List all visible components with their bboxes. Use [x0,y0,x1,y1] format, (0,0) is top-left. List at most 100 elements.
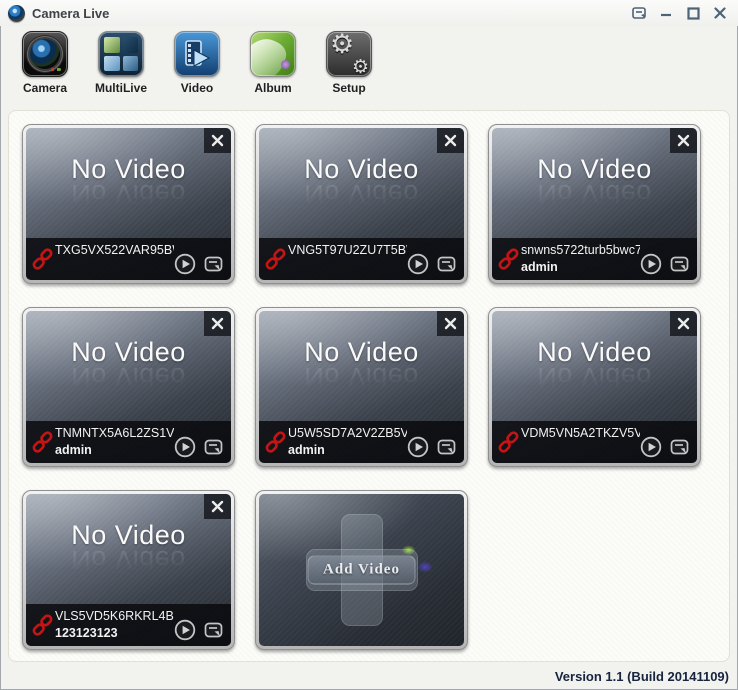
settings-icon [203,437,224,458]
play-button[interactable] [407,253,429,275]
tile-info-bar: TNMNTX5A6L2ZS1VWC7D1 admin [26,421,231,463]
disconnected-link-icon [262,242,288,276]
no-video-label: No Video No Video [259,337,464,392]
close-icon [444,134,457,147]
disconnected-link-icon [495,242,521,276]
tile-close-button[interactable] [204,311,231,336]
toolbar-item-album[interactable]: Album [242,31,304,95]
toolbar: Camera MultiLive Video Album [0,26,738,108]
toolbar-item-setup[interactable]: ⚙ ⚙ Setup [318,31,380,95]
add-video-tile[interactable]: Add Video [255,490,468,650]
window-controls [631,5,728,21]
tile-close-button[interactable] [437,128,464,153]
tile-info-bar: VNG5T97U2ZU7T5BWC7ZJ [259,238,464,280]
play-button[interactable] [640,436,662,458]
camera-led-dots [51,68,61,71]
no-video-reflection: No Video [259,178,464,209]
minimize-button[interactable] [658,5,674,21]
filmstrip-icon [181,38,213,70]
settings-icon [436,437,457,458]
feedback-icon[interactable] [631,5,647,21]
add-video-label: Add Video [307,556,416,585]
tile-close-button[interactable] [204,494,231,519]
tile-settings-button[interactable] [436,253,458,275]
toolbar-label: Album [254,81,291,95]
disconnected-link-icon [29,608,55,642]
tile-close-button[interactable] [204,128,231,153]
no-video-label: No Video No Video [26,520,231,575]
tile-settings-button[interactable] [203,619,225,641]
gear-icon: ⚙ [352,56,369,77]
tile-settings-button[interactable] [203,436,225,458]
tile-close-button[interactable] [670,311,697,336]
add-video-area[interactable]: Add Video [259,494,464,646]
tile-settings-button[interactable] [436,436,458,458]
settings-icon [436,254,457,275]
camera-user [521,443,640,458]
play-button[interactable] [640,253,662,275]
play-icon [407,436,429,458]
play-button[interactable] [174,436,196,458]
toolbar-item-multilive[interactable]: MultiLive [90,31,152,95]
play-icon [174,436,196,458]
toolbar-item-video[interactable]: Video [166,31,228,95]
camera-user: admin [521,260,640,275]
camera-tile: No Video No Video [488,307,701,467]
camera-id: U5W5SD7A2V2ZB5VW8RYJ [288,426,407,441]
camera-video-area: No Video No Video [492,311,697,463]
tile-actions [174,608,225,642]
tile-close-button[interactable] [670,128,697,153]
camera-text-block: VDM5VN5A2TKZV5VW87YJ [521,425,640,459]
no-video-reflection: No Video [26,544,231,575]
camera-text-block: VNG5T97U2ZU7T5BWC7ZJ [288,242,407,276]
tile-settings-button[interactable] [669,253,691,275]
tile-settings-button[interactable] [203,253,225,275]
no-video-label: No Video No Video [492,337,697,392]
app-logo-icon [8,5,25,22]
play-icon [407,253,429,275]
play-button[interactable] [174,253,196,275]
camera-video-area: No Video No Video [492,128,697,280]
close-icon [211,317,224,330]
version-text: Version 1.1 (Build 20141109) [555,669,729,684]
settings-icon [669,254,690,275]
album-icon [250,31,296,77]
camera-lens-icon [30,39,60,69]
no-video-label: No Video No Video [259,154,464,209]
app-title: Camera Live [32,6,109,21]
camera-id: VLS5VD5K6RKRL4BW87Y1 [55,609,174,624]
video-icon [174,31,220,77]
camera-video-area: No Video No Video [259,128,464,280]
thumbnail [104,37,120,53]
tile-info-bar: VDM5VN5A2TKZV5VW87YJ [492,421,697,463]
tile-actions [407,425,458,459]
play-button[interactable] [407,436,429,458]
tile-actions [174,242,225,276]
play-button[interactable] [174,619,196,641]
camera-video-area: No Video No Video [26,128,231,280]
no-video-reflection: No Video [26,178,231,209]
tile-settings-button[interactable] [669,436,691,458]
close-icon [211,134,224,147]
close-button[interactable] [712,5,728,21]
camera-text-block: U5W5SD7A2V2ZB5VW8RYJ admin [288,425,407,459]
toolbar-label: MultiLive [95,81,147,95]
play-icon [640,436,662,458]
camera-icon [22,31,68,77]
tile-actions [407,242,458,276]
plus-icon [306,514,418,626]
tile-info-bar: snwns5722turb5bwc7zj admin [492,238,697,280]
close-icon [677,317,690,330]
thumbnail [104,56,120,72]
camera-grid: No Video No Video [22,124,729,650]
toolbar-item-camera[interactable]: Camera [14,31,76,95]
no-video-label: No Video No Video [26,337,231,392]
settings-icon [203,620,224,641]
camera-text-block: VLS5VD5K6RKRL4BW87Y1 123123123 [55,608,174,642]
no-video-reflection: No Video [492,178,697,209]
maximize-button[interactable] [685,5,701,21]
camera-video-area: No Video No Video [26,494,231,646]
close-icon [677,134,690,147]
camera-text-block: snwns5722turb5bwc7zj admin [521,242,640,276]
tile-close-button[interactable] [437,311,464,336]
